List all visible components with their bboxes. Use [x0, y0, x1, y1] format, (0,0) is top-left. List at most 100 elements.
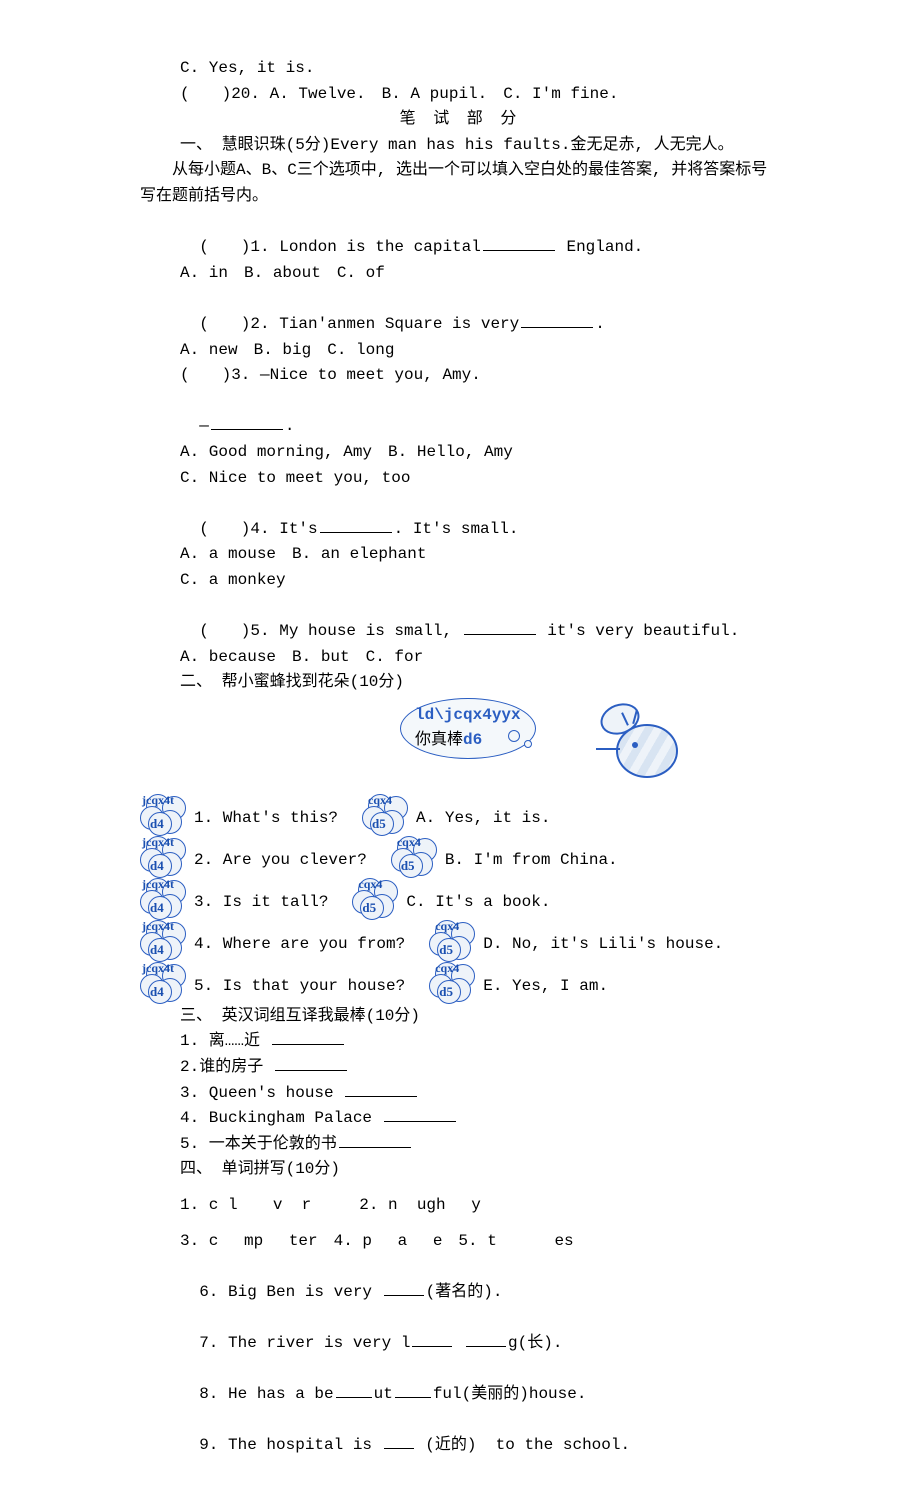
top-line-c: C. Yes, it is.: [180, 56, 780, 82]
blank[interactable]: [320, 532, 392, 533]
match-a1: A. Yes, it is.: [416, 806, 550, 832]
flower-right-sub: d5: [362, 898, 376, 919]
flower-icon-right: cqx4 d5: [429, 962, 481, 1000]
flower-right-sub: d5: [439, 940, 453, 961]
sec1-q4-opts2: C. a monkey: [180, 568, 780, 594]
blank[interactable]: [521, 327, 593, 328]
flower-right-label: cqx4: [435, 920, 459, 932]
bee-hand-icon: [596, 748, 620, 750]
flower-left-sub: d4: [150, 856, 164, 877]
flower-icon-left: jcqx4t d4: [140, 962, 192, 1000]
blank[interactable]: [395, 1397, 431, 1398]
sec1-q5-stem: ( )5. My house is small,: [199, 622, 461, 640]
sec1-q1-stem: ( )1. London is the capital: [199, 238, 481, 256]
sec4-l2: 3. c mp ter 4. p a e 5. t es: [180, 1229, 780, 1255]
sec3-l3: 3. Queen's house: [180, 1081, 780, 1107]
sec3-l4-text: 4. Buckingham Palace: [180, 1109, 382, 1127]
sec1-q4-tail: . It's small.: [394, 520, 519, 538]
flower-icon-left: jcqx4t d4: [140, 920, 192, 958]
sec3-l5-text: 5. 一本关于伦敦的书: [180, 1135, 337, 1153]
speech-bubble: ld\jcqx4yyx 你真棒d6: [400, 698, 536, 759]
flower-left-label: jcqx4t: [142, 920, 174, 932]
flower-right-label: cqx4: [368, 794, 392, 806]
sec1-q3-opts1: A. Good morning, Amy B. Hello, Amy: [180, 440, 780, 466]
match-q1: 1. What's this?: [194, 806, 338, 832]
blank[interactable]: [275, 1070, 347, 1071]
sec1-q1-opt-text: A. in B. about C. of: [180, 264, 385, 282]
sec1-q3-tail: .: [285, 417, 295, 435]
match-row-4: jcqx4t d4 4. Where are you from? cqx4 d5…: [140, 920, 780, 958]
blank[interactable]: [384, 1295, 424, 1296]
blank[interactable]: [412, 1346, 452, 1347]
sec1-q3-reply: —.: [180, 389, 780, 440]
sec3-l4: 4. Buckingham Palace: [180, 1106, 780, 1132]
sec1-q1: ( )1. London is the capital England.: [180, 210, 780, 261]
blank[interactable]: [384, 1121, 456, 1122]
match-a5: E. Yes, I am.: [483, 974, 608, 1000]
sec1-q4-stem: ( )4. It's: [199, 520, 317, 538]
match-q3: 3. Is it tall?: [194, 890, 328, 916]
sec3-l1-text: 1. 离……近: [180, 1032, 270, 1050]
bee-eye-icon: [632, 742, 638, 748]
sec1-q1-tail: England.: [557, 238, 643, 256]
bubble-suffix: d6: [463, 731, 482, 749]
blank[interactable]: [384, 1448, 414, 1449]
sec4-l4-tail: g(长).: [508, 1334, 562, 1352]
flower-left-sub: d4: [150, 898, 164, 919]
flower-right-sub: d5: [401, 856, 415, 877]
match-a3: C. It's a book.: [406, 890, 550, 916]
sec1-title: 一、 慧眼识珠(5分)Every man has his faults.金无足赤…: [180, 133, 780, 159]
bee-body-icon: [616, 724, 678, 778]
match-row-2: jcqx4t d4 2. Are you clever? cqx4 d5 B. …: [140, 836, 780, 874]
sec3-l1: 1. 离……近: [180, 1029, 780, 1055]
sec3-l2: 2.谁的房子: [180, 1055, 780, 1081]
flower-left-label: jcqx4t: [142, 962, 174, 974]
sec4-l5-b: ut: [374, 1385, 393, 1403]
blank[interactable]: [211, 429, 283, 430]
blank[interactable]: [336, 1397, 372, 1398]
sec1-q1-opts: A. in B. about C. of: [180, 261, 780, 287]
bubble-tail-icon: [508, 730, 520, 742]
sec3-l3-text: 3. Queen's house: [180, 1084, 343, 1102]
match-q4: 4. Where are you from?: [194, 932, 405, 958]
sec1-instr: 从每小题A、B、C三个选项中, 选出一个可以填入空白处的最佳答案, 并将答案标号…: [140, 158, 780, 209]
sec4-l5-c: ful(美丽的)house.: [433, 1385, 587, 1403]
blank[interactable]: [483, 250, 555, 251]
blank[interactable]: [339, 1147, 411, 1148]
flower-left-label: jcqx4t: [142, 836, 174, 848]
sec4-l3-text: 6. Big Ben is very: [199, 1283, 381, 1301]
blank[interactable]: [272, 1044, 344, 1045]
blank[interactable]: [345, 1096, 417, 1097]
sec4-l5: 8. He has a be ut ful(美丽的)house.: [180, 1357, 780, 1408]
sec4-l6-tail: (近的) to the school.: [416, 1436, 630, 1454]
sec1-q4: ( )4. It's . It's small.: [180, 491, 780, 542]
sec4-l6-text: 9. The hospital is: [199, 1436, 381, 1454]
flower-right-label: cqx4: [397, 836, 421, 848]
blank[interactable]: [464, 634, 536, 635]
match-q5: 5. Is that your house?: [194, 974, 405, 1000]
sec3-title: 三、 英汉词组互译我最棒(10分): [180, 1004, 780, 1030]
flower-icon-right: cqx4 d5: [352, 878, 404, 916]
flower-icon-left: jcqx4t d4: [140, 836, 192, 874]
sec1-q4-opts1: A. a mouse B. an elephant: [180, 542, 780, 568]
sec4-l3-tail: (著名的).: [426, 1283, 503, 1301]
sec1-q2-tail: .: [595, 315, 605, 333]
flower-right-sub: d5: [372, 814, 386, 835]
match-q2: 2. Are you clever?: [194, 848, 367, 874]
top-line-20: ( )20. A. Twelve. B. A pupil. C. I'm fin…: [180, 82, 780, 108]
flower-right-sub: d5: [439, 982, 453, 1003]
sec4-l3: 6. Big Ben is very (著名的).: [180, 1254, 780, 1305]
flower-left-sub: d4: [150, 982, 164, 1003]
sec1-q3-opts2: C. Nice to meet you, too: [180, 466, 780, 492]
sec1-q2-opts: A. new B. big C. long: [180, 338, 780, 364]
sec3-l2-text: 2.谁的房子: [180, 1058, 273, 1076]
match-row-3: jcqx4t d4 3. Is it tall? cqx4 d5 C. It's…: [140, 878, 780, 916]
sec1-q5: ( )5. My house is small, it's very beaut…: [180, 593, 780, 644]
sec1-q2-stem: ( )2. Tian'anmen Square is very: [199, 315, 519, 333]
sec1-q3: ( )3. —Nice to meet you, Amy.: [180, 363, 780, 389]
written-part-header: 笔 试 部 分: [140, 107, 780, 133]
sec4-l5-a: 8. He has a be: [199, 1385, 333, 1403]
bubble-tail-icon: [524, 740, 532, 748]
blank[interactable]: [466, 1346, 506, 1347]
flower-icon-right: cqx4 d5: [391, 836, 443, 874]
